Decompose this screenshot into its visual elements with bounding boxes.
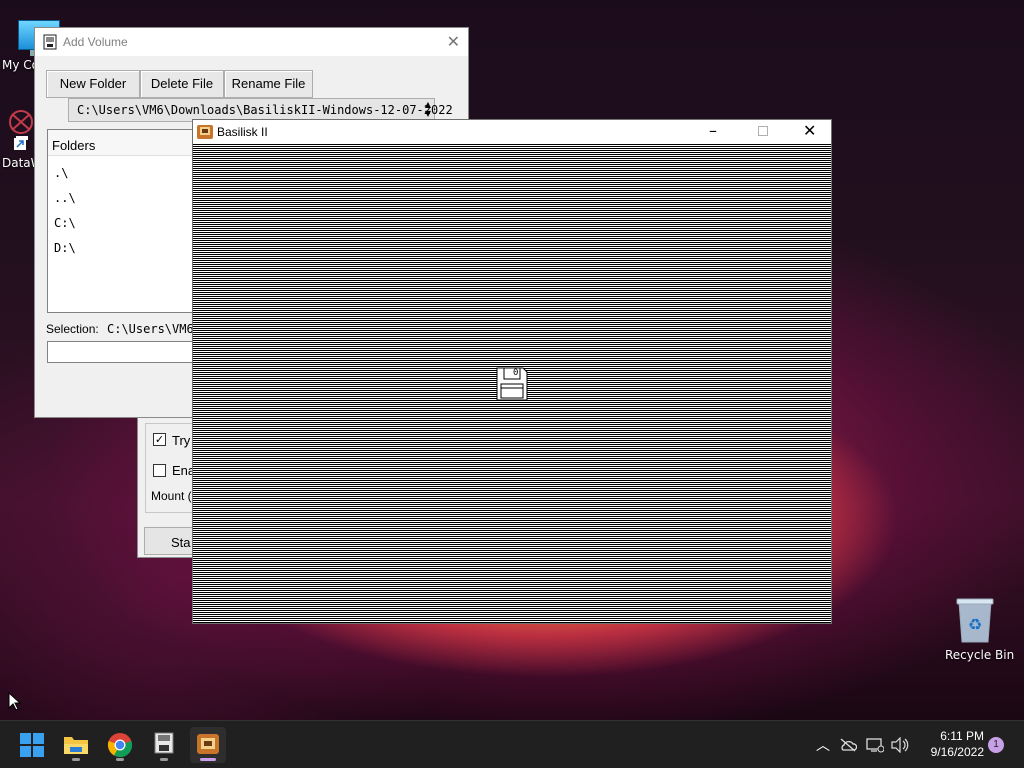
basilisk-app-icon [197, 125, 213, 139]
svg-text:♻: ♻ [968, 615, 982, 634]
basilisk-title: Basilisk II [217, 125, 268, 139]
basilisk-gui-taskbar-button[interactable] [146, 727, 182, 763]
folders-list[interactable]: Folders .\ ..\ C:\ D:\ [47, 129, 208, 313]
spinner-icon[interactable]: ▲ ▼ [425, 100, 431, 118]
add-volume-title: Add Volume [63, 35, 128, 49]
try-checkbox[interactable]: ✓ [153, 433, 166, 446]
selection-value: C:\Users\VM6\ [107, 322, 201, 336]
notification-badge[interactable]: 1 [988, 737, 1004, 753]
list-item[interactable]: C:\ [54, 216, 76, 230]
close-icon[interactable]: ✕ [447, 32, 460, 51]
floppy-label: 0 [513, 368, 519, 378]
maximize-icon[interactable] [758, 126, 768, 136]
start-button[interactable] [14, 727, 50, 763]
clock-date: 9/16/2022 [930, 745, 984, 759]
basilisk-app-icon [197, 734, 219, 754]
delete-file-button[interactable]: Delete File [140, 70, 224, 98]
desktop: My Co DataW ♻ Recycle Bin ✓ Try Ena Moun… [0, 0, 1024, 720]
list-item[interactable]: D:\ [54, 241, 76, 255]
mount-label: Mount ( [151, 489, 192, 503]
close-icon[interactable]: ✕ [803, 121, 816, 140]
chrome-taskbar-button[interactable] [102, 727, 138, 763]
onedrive-offline-icon[interactable] [839, 738, 857, 752]
rename-file-button[interactable]: Rename File [224, 70, 313, 98]
settings-window-behind: ✓ Try Ena Mount ( Sta [137, 412, 205, 558]
chrome-icon [107, 733, 133, 758]
recycle-bin-desktop-icon[interactable]: ♻ Recycle Bin [938, 596, 1014, 666]
try-label: Try [172, 433, 191, 448]
file-explorer-taskbar-button[interactable] [58, 727, 94, 763]
folders-header[interactable]: Folders [48, 130, 208, 156]
clock[interactable]: 6:11 PM 9/16/2022 [918, 728, 984, 762]
basilisk-window: Basilisk II – ✕ 0 [192, 119, 832, 624]
filename-input[interactable] [47, 341, 207, 363]
shortcut-arrow-icon [14, 138, 26, 150]
new-folder-button[interactable]: New Folder [46, 70, 140, 98]
basilisk-titlebar[interactable]: Basilisk II – ✕ [193, 120, 831, 144]
datawin-icon [9, 110, 33, 140]
network-icon[interactable] [866, 737, 884, 753]
list-item[interactable]: ..\ [54, 191, 76, 205]
floppy-gui-icon [154, 732, 174, 754]
volume-icon[interactable] [891, 737, 909, 753]
add-volume-titlebar[interactable]: Add Volume ✕ [35, 28, 468, 56]
clock-time: 6:11 PM [940, 729, 984, 743]
list-item[interactable]: .\ [54, 166, 68, 180]
enable-checkbox[interactable] [153, 464, 166, 477]
selection-label: Selection: [46, 322, 99, 336]
recycle-bin-icon: ♻ [956, 598, 994, 643]
floppy-disk-icon [496, 367, 528, 401]
show-hidden-icons-chevron-icon[interactable]: ︿ [816, 735, 830, 755]
windows-logo-icon [20, 733, 44, 757]
mouse-cursor-icon [8, 692, 22, 711]
emulator-screen[interactable]: 0 [193, 144, 831, 623]
recycle-bin-label: Recycle Bin [945, 648, 1015, 662]
taskbar: ︿ 6:11 PM 9/16/2022 1 [0, 720, 1024, 768]
path-value: C:\Users\VM6\Downloads\BasiliskII-Window… [77, 103, 453, 117]
folder-icon [64, 737, 88, 754]
app-floppy-icon [43, 34, 57, 50]
start-label: Sta [171, 535, 191, 550]
minimize-icon[interactable]: – [709, 121, 717, 140]
basilisk-taskbar-button[interactable] [190, 727, 226, 763]
